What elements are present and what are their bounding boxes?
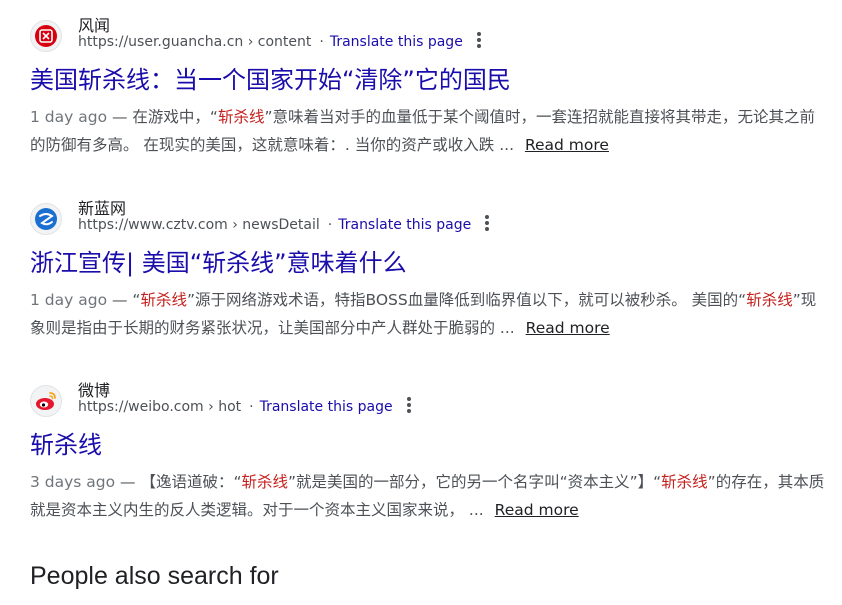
result-site-name[interactable]: 风闻 xyxy=(78,12,110,36)
result-title-link[interactable]: 斩杀线 xyxy=(30,429,830,461)
snippet-text: 在游戏中，“ xyxy=(132,108,218,126)
snippet-highlight: 斩杀线 xyxy=(241,473,289,491)
result-url[interactable]: https://weibo.com › hot · Translate this p… xyxy=(78,397,411,415)
read-more-link[interactable]: Read more xyxy=(526,319,610,337)
translate-link[interactable]: Translate this page xyxy=(260,399,393,415)
result-snippet: 3 days ago — 【逸语道破：“斩杀线”就是美国的一部分，它的另一个名字… xyxy=(30,468,830,524)
result-site-name[interactable]: 新蓝网 xyxy=(78,195,126,219)
result-title-link[interactable]: 浙江宣传| 美国“斩杀线”意味着什么 xyxy=(30,247,830,279)
separator-dot: · xyxy=(249,399,254,415)
result-url[interactable]: https://www.cztv.com › newsDetail · Transl… xyxy=(78,215,490,233)
people-also-search-heading: People also search for xyxy=(30,562,279,590)
translate-link[interactable]: Translate this page xyxy=(330,34,463,50)
more-options-icon[interactable] xyxy=(485,215,490,231)
result-dash: — xyxy=(107,291,133,309)
result-url-path: › content xyxy=(243,34,312,50)
result-source-row[interactable]: 微博 https://weibo.com › hot · Translate thi… xyxy=(30,379,830,425)
more-options-icon[interactable] xyxy=(476,32,481,48)
separator-dot: · xyxy=(319,34,324,50)
read-more-link[interactable]: Read more xyxy=(495,501,579,519)
weibo-logo-icon[interactable] xyxy=(30,385,62,417)
search-result: 风闻 https://user.guancha.cn › content · Tra… xyxy=(30,14,830,159)
snippet-highlight: 斩杀线 xyxy=(140,291,187,309)
result-date: 1 day ago xyxy=(30,108,108,126)
result-date: 3 days ago xyxy=(30,473,116,491)
more-options-icon[interactable] xyxy=(406,397,411,413)
separator-dot: · xyxy=(327,217,333,233)
search-result: 新蓝网 https://www.cztv.com › newsDetail · Tr… xyxy=(30,197,830,342)
snippet-highlight: 斩杀线 xyxy=(746,291,793,309)
result-url-host: https://user.guancha.cn xyxy=(78,34,244,50)
guancha-logo-icon[interactable] xyxy=(30,20,62,52)
result-source-row[interactable]: 风闻 https://user.guancha.cn › content · Tra… xyxy=(30,14,830,60)
snippet-highlight: 斩杀线 xyxy=(217,108,265,126)
result-source-row[interactable]: 新蓝网 https://www.cztv.com › newsDetail · Tr… xyxy=(30,197,830,243)
result-snippet: 1 day ago — 在游戏中，“斩杀线”意味着当对手的血量低于某个阈值时，一… xyxy=(30,103,830,159)
result-date: 1 day ago xyxy=(30,291,108,309)
translate-link[interactable]: Translate this page xyxy=(338,217,471,233)
snippet-highlight: 斩杀线 xyxy=(661,473,708,491)
snippet-text: ”就是美国的一部分，它的另一个名字叫“资本主义”】“ xyxy=(288,473,662,491)
result-url-host: https://www.cztv.com xyxy=(78,217,228,233)
result-url-path: › newsDetail xyxy=(227,217,320,233)
cztv-logo-icon[interactable] xyxy=(30,203,62,235)
search-result: 微博 https://weibo.com › hot · Translate thi… xyxy=(30,379,830,524)
result-url[interactable]: https://user.guancha.cn › content · Transl… xyxy=(78,32,481,50)
result-snippet: 1 day ago — “斩杀线”源于网络游戏术语，特指BOSS血量降低到临界值… xyxy=(30,286,830,342)
result-site-name[interactable]: 微博 xyxy=(78,377,110,401)
result-dash: — xyxy=(115,473,141,491)
snippet-text: ”源于网络游戏术语，特指BOSS血量降低到临界值以下，就可以被秒杀。 美国的“ xyxy=(186,291,747,309)
result-url-path: › hot xyxy=(203,399,242,415)
snippet-text: 【逸语道破：“ xyxy=(140,473,242,491)
result-title-link[interactable]: 美国斩杀线：当一个国家开始“清除”它的国民 xyxy=(30,64,830,96)
result-url-host: https://weibo.com xyxy=(78,399,204,415)
result-dash: — xyxy=(107,108,133,126)
read-more-link[interactable]: Read more xyxy=(525,136,609,154)
